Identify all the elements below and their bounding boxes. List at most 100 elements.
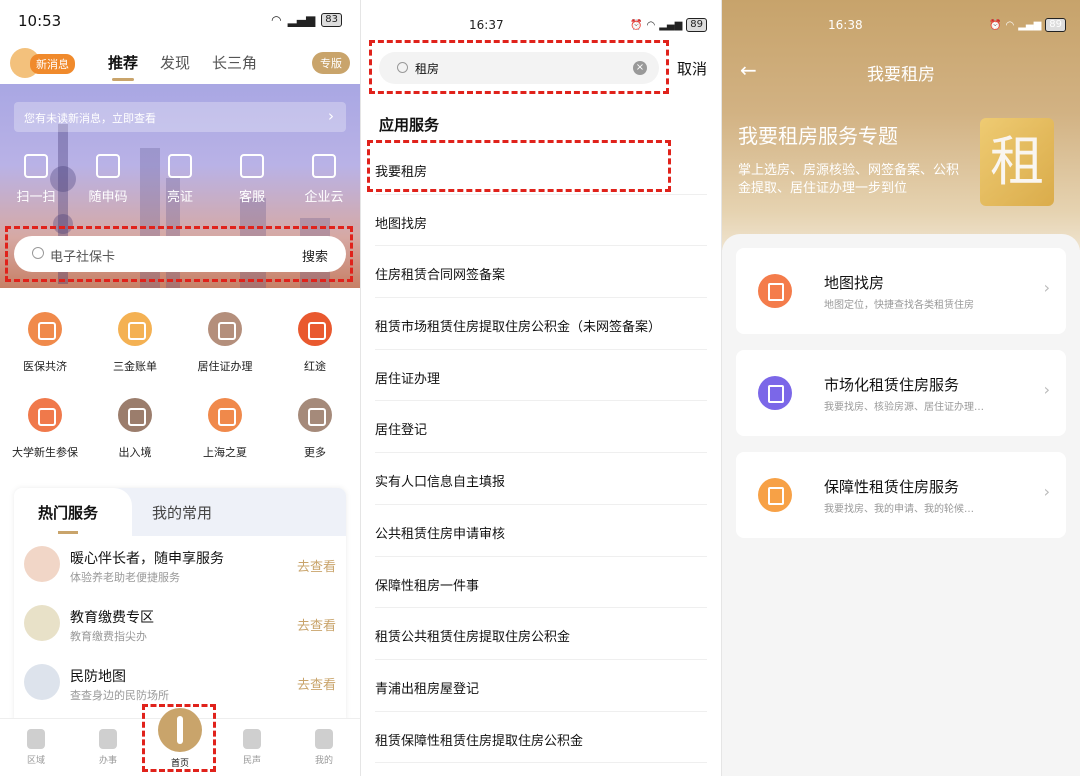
quick-scan[interactable]: 扫一扫 — [6, 154, 66, 205]
status-icons: ◠ ▂▄▆ 83 — [271, 13, 342, 27]
graduation-cap-icon — [24, 605, 60, 641]
quick-label: 扫一扫 — [16, 190, 56, 205]
quick-label: 企业云 — [304, 190, 344, 205]
item-subtitle: 查查身边的民防场所 — [70, 689, 169, 702]
status-time: 10:53 — [18, 12, 62, 30]
hero-title: 我要租房服务专题 — [738, 124, 898, 148]
signal-icon: ▂▄▆ — [659, 19, 683, 31]
grid-item-residence-permit[interactable]: 居住证办理 — [185, 312, 265, 374]
view-link[interactable]: 去查看 — [297, 674, 336, 693]
highlight-box — [5, 226, 353, 282]
notice-bar[interactable]: 您有未读新消息，立即查看 › — [14, 102, 346, 132]
tab-recommend[interactable]: 推荐 — [108, 52, 138, 81]
tab-hot-services[interactable]: 热门服务 — [14, 488, 132, 536]
service-card-map[interactable]: 地图找房 地图定位，快捷查找各类租赁住房 › — [736, 248, 1066, 334]
battery-icon: 89 — [1045, 18, 1066, 32]
chevron-right-icon: › — [328, 107, 334, 125]
result-item[interactable]: 租赁市场租赁住房提取住房公积金（未网签备案） — [375, 298, 707, 350]
item-title: 教育缴费专区 — [70, 610, 154, 626]
nav-mine[interactable]: 我的 — [294, 719, 354, 776]
grid-item-shanghai-summer[interactable]: 上海之夏 — [185, 398, 265, 460]
service-card-affordable-rental[interactable]: 保障性租赁住房服务 我要找房、我的申请、我的轮候… › — [736, 452, 1066, 538]
signal-icon: ▂▄▆ — [1018, 19, 1042, 31]
notice-text: 您有未读新消息，立即查看 — [24, 112, 156, 125]
result-item[interactable]: 保障性租房一件事 — [375, 557, 707, 609]
quick-actions: 扫一扫 随申码 亮证 客服 企业云 — [0, 154, 360, 205]
grid-item-bills[interactable]: 三金账单 — [95, 312, 175, 374]
headset-icon — [240, 154, 264, 178]
grid-item-more[interactable]: 更多 — [275, 398, 355, 460]
card-subtitle: 我要找房、核验房源、居住证办理… — [824, 402, 984, 413]
tab-my-frequent[interactable]: 我的常用 — [152, 502, 212, 523]
rent-character-icon: 租 — [980, 118, 1054, 206]
tab-discover[interactable]: 发现 — [160, 52, 190, 73]
map-icon — [758, 274, 792, 308]
hot-services-card: 热门服务 我的常用 暖心伴长者，随申享服务 体验养老助老便捷服务 去查看 教育缴… — [14, 488, 346, 728]
building-icon — [758, 376, 792, 410]
result-item[interactable]: 地图找房 — [375, 195, 707, 247]
grid-label: 大学新生参保 — [12, 446, 78, 459]
quick-label: 亮证 — [166, 190, 193, 205]
service-grid: 医保共济 三金账单 居住证办理 红途 大学新生参保 出入境 上海之夏 更多 — [0, 312, 360, 484]
user-icon — [315, 729, 333, 749]
item-title: 暖心伴长者，随申享服务 — [70, 551, 224, 567]
nav-label: 我的 — [314, 756, 333, 766]
list-item[interactable]: 教育缴费专区 教育缴费指尖办 去查看 — [14, 595, 346, 654]
search-screen: 16:37 ⏰ ◠ ▂▄▆ 89 租房 × 取消 应用服务 我要租房 地图找房 … — [361, 0, 721, 776]
flower-icon — [243, 729, 261, 749]
nav-services[interactable]: 办事 — [78, 719, 138, 776]
medical-icon — [28, 312, 62, 346]
grid-label: 医保共济 — [23, 360, 67, 373]
quick-health-code[interactable]: 随申码 — [78, 154, 138, 205]
list-item[interactable]: 暖心伴长者，随申享服务 体验养老助老便捷服务 去查看 — [14, 536, 346, 595]
card-subtitle: 地图定位，快捷查找各类租赁住房 — [824, 300, 974, 311]
battery-icon: 83 — [321, 13, 342, 27]
section-title: 应用服务 — [379, 116, 440, 134]
result-item[interactable]: 租赁保障性租赁住房提取住房公积金 — [375, 712, 707, 764]
service-card-market-rental[interactable]: 市场化租赁住房服务 我要找房、核验房源、居住证办理… › — [736, 350, 1066, 436]
card-subtitle: 我要找房、我的申请、我的轮候… — [824, 504, 974, 515]
wifi-icon: ◠ — [271, 13, 282, 27]
result-item[interactable]: 租赁公共租赁住房提取住房公积金 — [375, 608, 707, 660]
result-item[interactable]: 住房租赁合同网签备案 — [375, 246, 707, 299]
version-switch-button[interactable]: 专版 — [312, 52, 350, 74]
grid-item-medical[interactable]: 医保共济 — [5, 312, 85, 374]
service-sheet: 地图找房 地图定位，快捷查找各类租赁住房 › 市场化租赁住房服务 我要找房、核验… — [722, 234, 1080, 776]
grid-label: 更多 — [304, 446, 326, 459]
result-item[interactable]: 青浦出租房屋登记 — [375, 660, 707, 712]
cancel-button[interactable]: 取消 — [677, 58, 707, 79]
card-title: 市场化租赁住房服务 — [824, 376, 960, 394]
tab-yangtze-delta[interactable]: 长三角 — [212, 52, 257, 73]
search-results: 我要租房 地图找房 住房租赁合同网签备案 租赁市场租赁住房提取住房公积金（未网签… — [375, 143, 707, 764]
grid-label: 居住证办理 — [197, 360, 253, 373]
result-item[interactable]: 居住证办理 — [375, 350, 707, 402]
card-title: 地图找房 — [824, 274, 885, 292]
grid-item-exit-entry[interactable]: 出入境 — [95, 398, 175, 460]
grid-item-red-route[interactable]: 红途 — [275, 312, 355, 374]
view-link[interactable]: 去查看 — [297, 556, 336, 575]
signal-icon: ▂▄▆ — [287, 13, 316, 27]
id-card-icon — [168, 154, 192, 178]
grid-label: 上海之夏 — [203, 446, 247, 459]
item-title: 民防地图 — [70, 669, 126, 685]
topic-hero: 16:38 ⏰ ◠ ▂▄▆ 89 ← 我要租房 我要租房服务专题 掌上选房、房源… — [722, 0, 1080, 250]
quick-enterprise-cloud[interactable]: 企业云 — [294, 154, 354, 205]
cart-icon — [208, 398, 242, 432]
grid-item-student-insurance[interactable]: 大学新生参保 — [5, 398, 85, 460]
result-item[interactable]: 居住登记 — [375, 401, 707, 454]
grid-label: 出入境 — [118, 446, 152, 459]
view-link[interactable]: 去查看 — [297, 615, 336, 634]
nav-region[interactable]: 区域 — [6, 719, 66, 776]
star-icon — [298, 312, 332, 346]
nav-voice[interactable]: 民声 — [222, 719, 282, 776]
battery-icon: 89 — [686, 18, 707, 32]
document-icon — [28, 398, 62, 432]
quick-service[interactable]: 客服 — [222, 154, 282, 205]
id-card-icon — [208, 312, 242, 346]
result-item[interactable]: 实有人口信息自主填报 — [375, 453, 707, 505]
new-message-badge[interactable]: 新消息 — [30, 54, 75, 74]
house-icon — [758, 478, 792, 512]
quick-show-id[interactable]: 亮证 — [150, 154, 210, 205]
chevron-right-icon: › — [1043, 380, 1050, 399]
result-item[interactable]: 公共租赁住房申请审核 — [375, 505, 707, 557]
